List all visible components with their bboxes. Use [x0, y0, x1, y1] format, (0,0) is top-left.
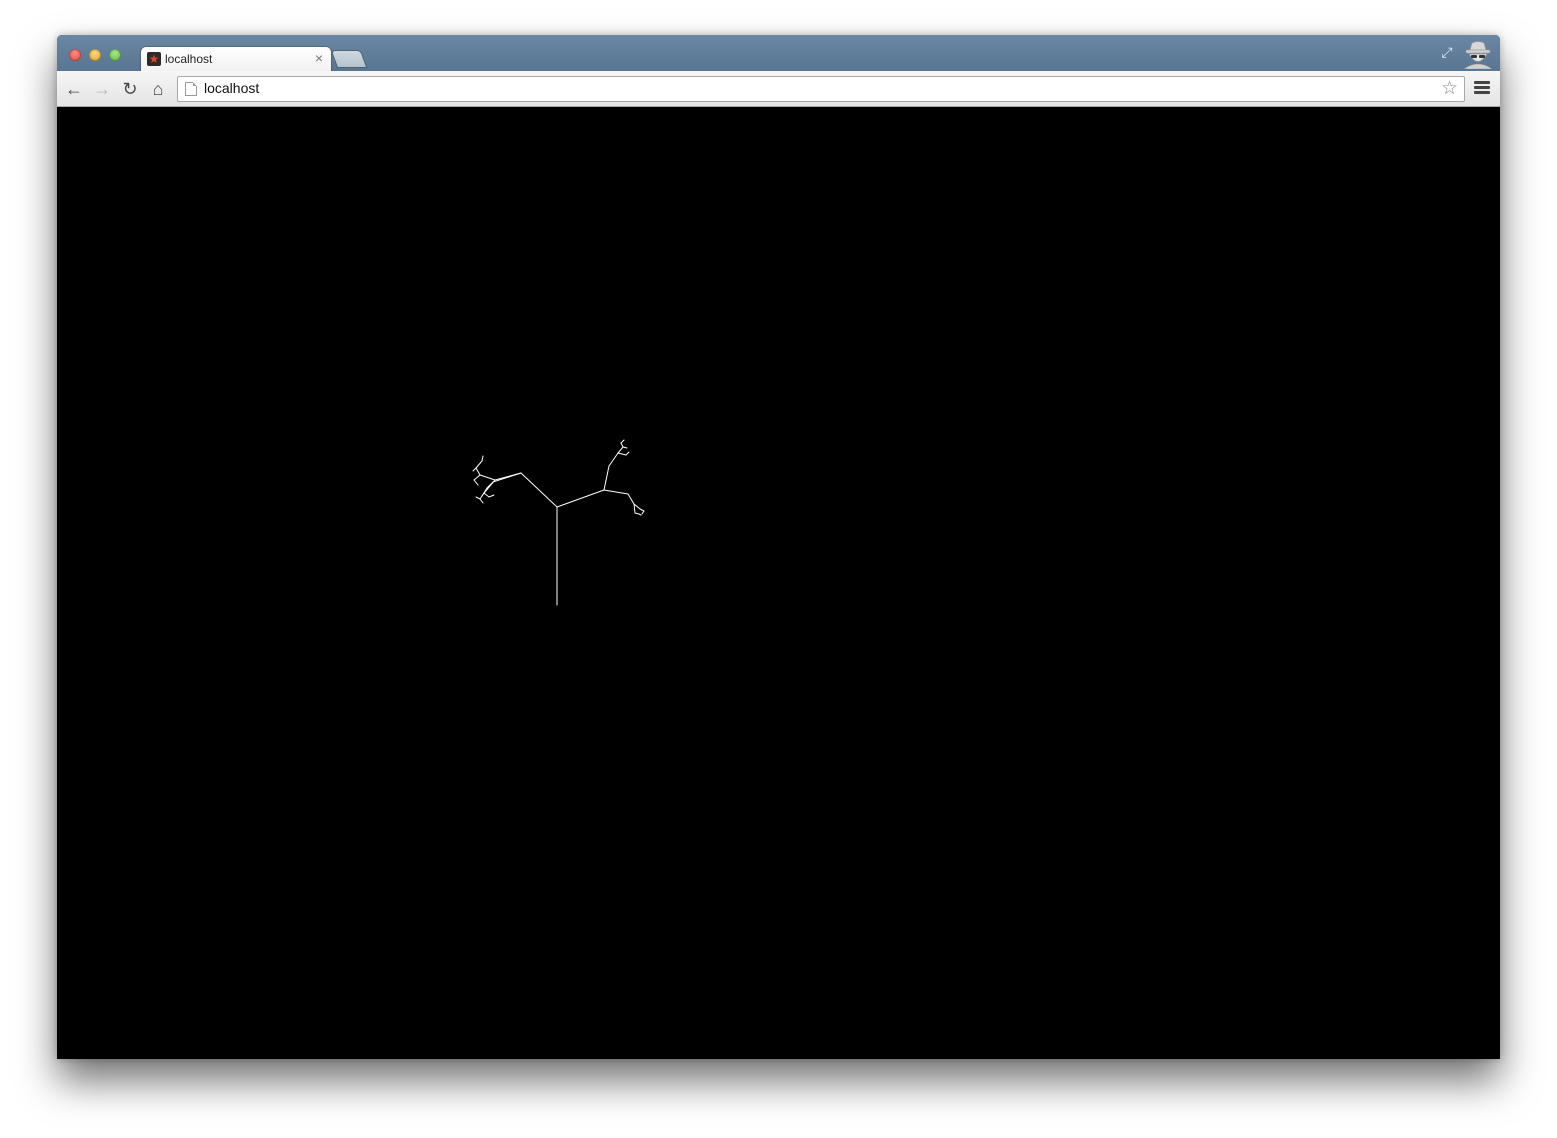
back-arrow-icon[interactable]: ← [63, 78, 85, 100]
browser-toolbar: ← → ↻ ⌂ localhost ☆ [57, 71, 1500, 107]
zoom-window-button[interactable] [109, 49, 121, 61]
bookmark-star-icon[interactable]: ☆ [1441, 78, 1458, 100]
menu-icon[interactable] [1474, 81, 1490, 97]
close-window-button[interactable] [69, 49, 81, 61]
tab-title: localhost [165, 52, 213, 66]
incognito-icon [1461, 39, 1495, 70]
reload-icon[interactable]: ↻ [119, 78, 141, 100]
home-icon[interactable]: ⌂ [147, 78, 169, 100]
fullscreen-icon[interactable]: ⤢ [1439, 44, 1455, 60]
minimize-window-button[interactable] [89, 49, 101, 61]
tab-close-icon[interactable]: × [311, 50, 327, 66]
tab-localhost[interactable]: ★ localhost × [141, 47, 331, 71]
new-tab-button[interactable] [332, 51, 366, 67]
fractal-tree [472, 439, 645, 606]
page-icon [185, 82, 197, 96]
forward-arrow-icon[interactable]: → [91, 78, 113, 100]
address-bar[interactable]: localhost ☆ [177, 76, 1465, 102]
title-bar: ★ localhost × ⤢ [57, 35, 1500, 71]
fractal-tree-drawing [472, 439, 645, 606]
browser-window: ★ localhost × ⤢ ← → ↻ ⌂ localhost ☆ [57, 35, 1500, 1059]
url-text[interactable]: localhost [204, 80, 259, 96]
page-canvas[interactable] [57, 107, 1500, 1059]
favicon-icon: ★ [147, 52, 161, 66]
